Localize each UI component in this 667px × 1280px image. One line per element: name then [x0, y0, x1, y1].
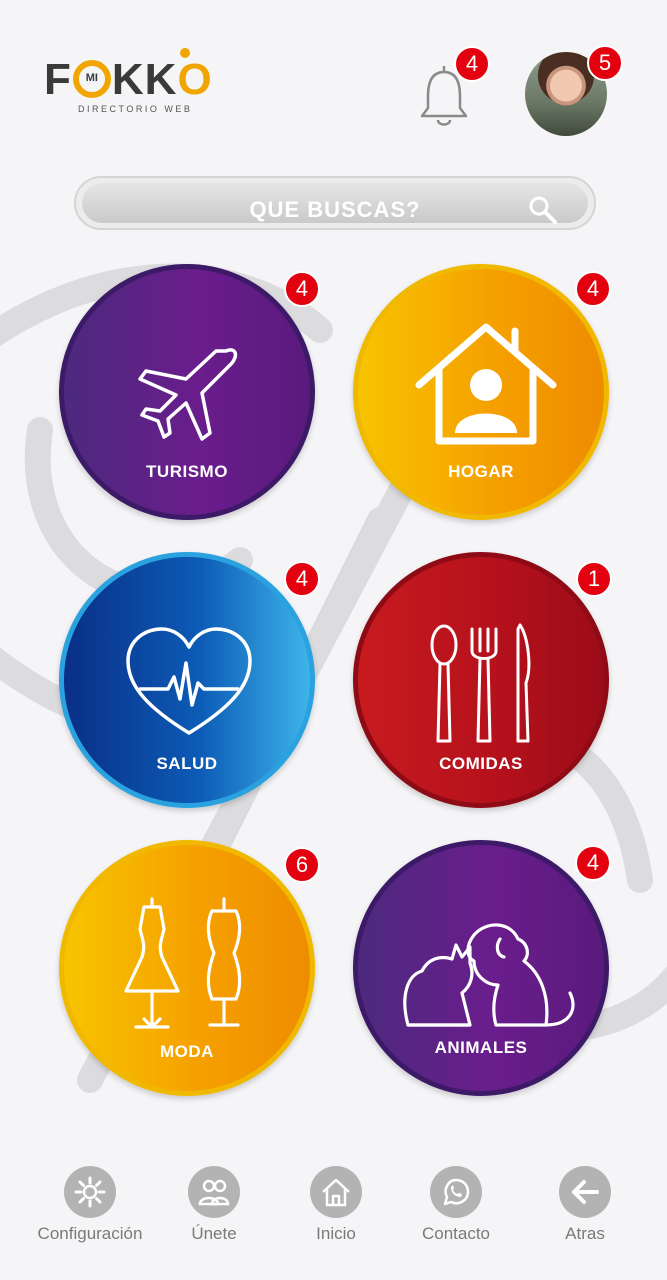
- nav-label: Inicio: [316, 1224, 356, 1243]
- nav-label: Únete: [191, 1224, 237, 1243]
- cat-dog-icon: [403, 923, 575, 1027]
- category-comidas[interactable]: COMIDAS: [353, 552, 609, 808]
- category-badge: 4: [284, 561, 320, 597]
- heart-pulse-icon: [126, 627, 252, 735]
- category-animales[interactable]: ANIMALES: [353, 840, 609, 1096]
- category-badge: 4: [575, 845, 611, 881]
- category-label: COMIDAS: [439, 754, 523, 773]
- category-label: ANIMALES: [434, 1038, 528, 1057]
- house-user-icon: [415, 323, 557, 445]
- category-label: MODA: [160, 1042, 214, 1061]
- logo-subtitle: DIRECTORIO WEB: [78, 104, 193, 114]
- home-icon: [322, 1178, 350, 1207]
- category-label: TURISMO: [146, 462, 228, 481]
- gear-icon: [74, 1176, 106, 1208]
- airplane-icon: [138, 348, 238, 441]
- category-salud[interactable]: SALUD: [59, 552, 315, 808]
- dress-mannequin-icon: [124, 897, 242, 1029]
- users-icon: [198, 1179, 230, 1206]
- nav-contacto[interactable]: Contacto: [401, 1166, 511, 1246]
- category-badge: 1: [576, 561, 612, 597]
- category-label: HOGAR: [448, 462, 514, 481]
- app-logo[interactable]: F MI KKO DIRECTORIO WEB: [44, 48, 219, 120]
- search-icon[interactable]: [528, 195, 558, 225]
- notifications-badge: 4: [454, 46, 490, 82]
- whatsapp-icon: [443, 1178, 470, 1206]
- profile-badge: 5: [587, 45, 623, 81]
- category-turismo[interactable]: TURISMO: [59, 264, 315, 520]
- search-placeholder: QUE BUSCAS?: [249, 197, 421, 222]
- nav-atras[interactable]: Atras: [530, 1166, 640, 1246]
- category-badge: 6: [284, 847, 320, 883]
- cutlery-icon: [430, 623, 531, 743]
- arrow-left-icon: [572, 1180, 599, 1204]
- category-hogar[interactable]: HOGAR: [353, 264, 609, 520]
- category-moda[interactable]: MODA: [59, 840, 315, 1096]
- search-input[interactable]: QUE BUSCAS?: [82, 183, 588, 225]
- logo-wordmark: F MI KKO: [44, 55, 213, 104]
- nav-inicio[interactable]: Inicio: [281, 1166, 391, 1246]
- nav-label: Contacto: [421, 1224, 491, 1243]
- nav-label: Configuración: [37, 1224, 143, 1243]
- category-badge: 4: [284, 271, 320, 307]
- nav-configuracion[interactable]: Configuración: [35, 1166, 145, 1246]
- search-bar[interactable]: QUE BUSCAS?: [74, 176, 596, 230]
- category-badge: 4: [575, 271, 611, 307]
- nav-label: Atras: [565, 1224, 605, 1243]
- category-label: SALUD: [156, 754, 218, 773]
- nav-unete[interactable]: Únete: [159, 1166, 269, 1246]
